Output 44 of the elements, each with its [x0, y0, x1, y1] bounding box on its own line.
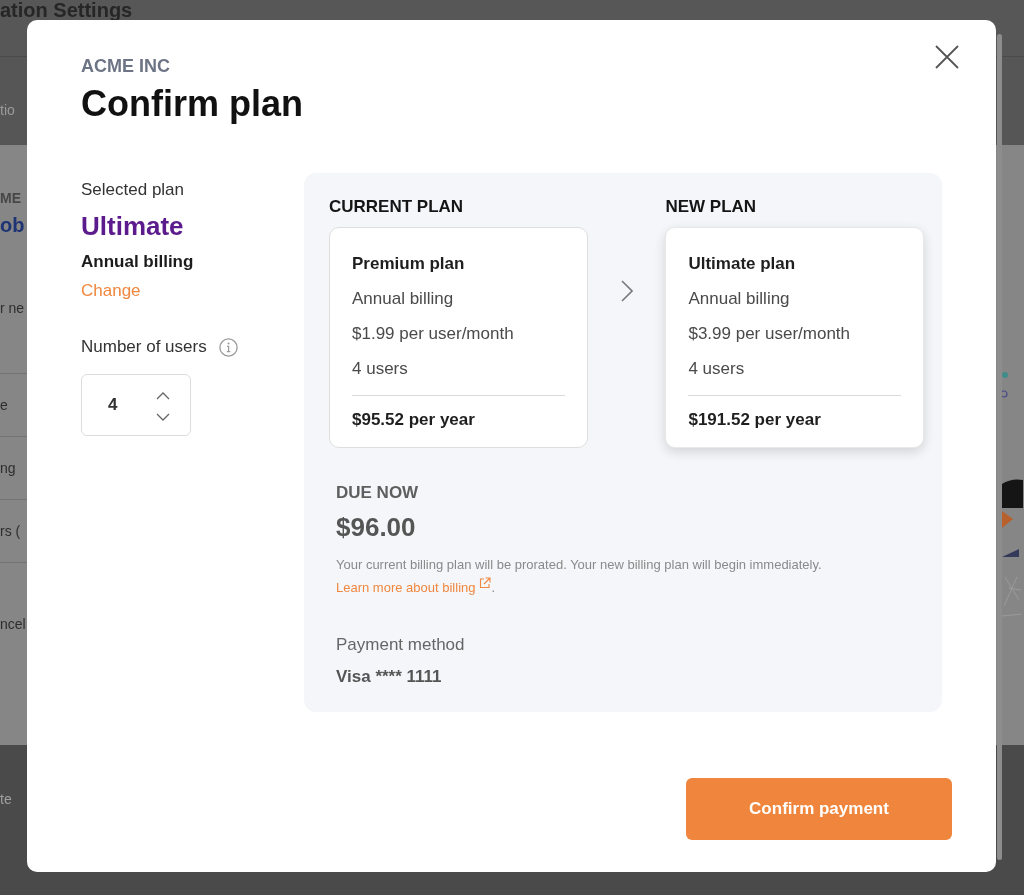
chevron-down-icon[interactable]	[156, 413, 170, 421]
users-input[interactable]: 4	[81, 374, 191, 436]
payment-label: Payment method	[336, 634, 465, 656]
dialog-title: Confirm plan	[81, 82, 303, 126]
info-icon	[218, 337, 238, 357]
chevron-up-icon[interactable]	[156, 392, 170, 400]
plan-title: Ultimate plan	[688, 253, 796, 275]
billing-text: Annual billing	[688, 288, 790, 310]
billing-period: Annual billing	[81, 251, 194, 273]
close-icon	[935, 45, 959, 69]
card-number: Visa **** 1111	[336, 666, 442, 688]
plan-heading: CURRENT PLAN	[329, 196, 464, 218]
due-label: DUE NOW	[336, 482, 419, 504]
page-label: ME	[0, 189, 21, 207]
billing-note: Your current billing plan will be prorated. Your new billing plan will begin immediately. Learn more about billing .	[336, 556, 822, 597]
price-text: $3.99 per user/month	[688, 323, 851, 345]
users-text: 4 users	[688, 358, 745, 380]
total-price: $191.52 per year	[688, 409, 821, 431]
page-text: ncel	[0, 615, 26, 633]
plan-title: Premium plan	[352, 253, 465, 275]
due-amount: $96.00	[336, 511, 416, 543]
plan-name: Ultimate	[81, 210, 184, 242]
scrollbar[interactable]	[997, 34, 1002, 860]
row-text: ng	[0, 459, 16, 477]
chevron-right-icon	[620, 280, 633, 302]
price-text: $1.99 per user/month	[352, 323, 514, 345]
billing-text: Annual billing	[352, 288, 454, 310]
close-button[interactable]	[933, 43, 961, 71]
page-text: tio	[0, 101, 15, 119]
plan-heading: NEW PLAN	[665, 196, 757, 218]
company-name: ACME INC	[81, 55, 170, 77]
row-text: e	[0, 396, 8, 414]
row-text: rs (	[0, 522, 21, 540]
page-text: te	[0, 790, 12, 808]
total-price: $95.52 per year	[352, 409, 475, 431]
users-label: Number of users	[81, 336, 207, 358]
change-link[interactable]: Change	[81, 280, 141, 302]
page-heading: ob	[0, 213, 25, 238]
page-text: r ne	[0, 299, 25, 317]
external-link-icon	[479, 577, 492, 589]
confirm-button[interactable]: Confirm payment	[686, 778, 952, 840]
billing-link[interactable]: Learn more about billing	[336, 580, 492, 595]
selected-plan-label: Selected plan	[81, 179, 185, 201]
users-text: 4 users	[352, 358, 408, 380]
